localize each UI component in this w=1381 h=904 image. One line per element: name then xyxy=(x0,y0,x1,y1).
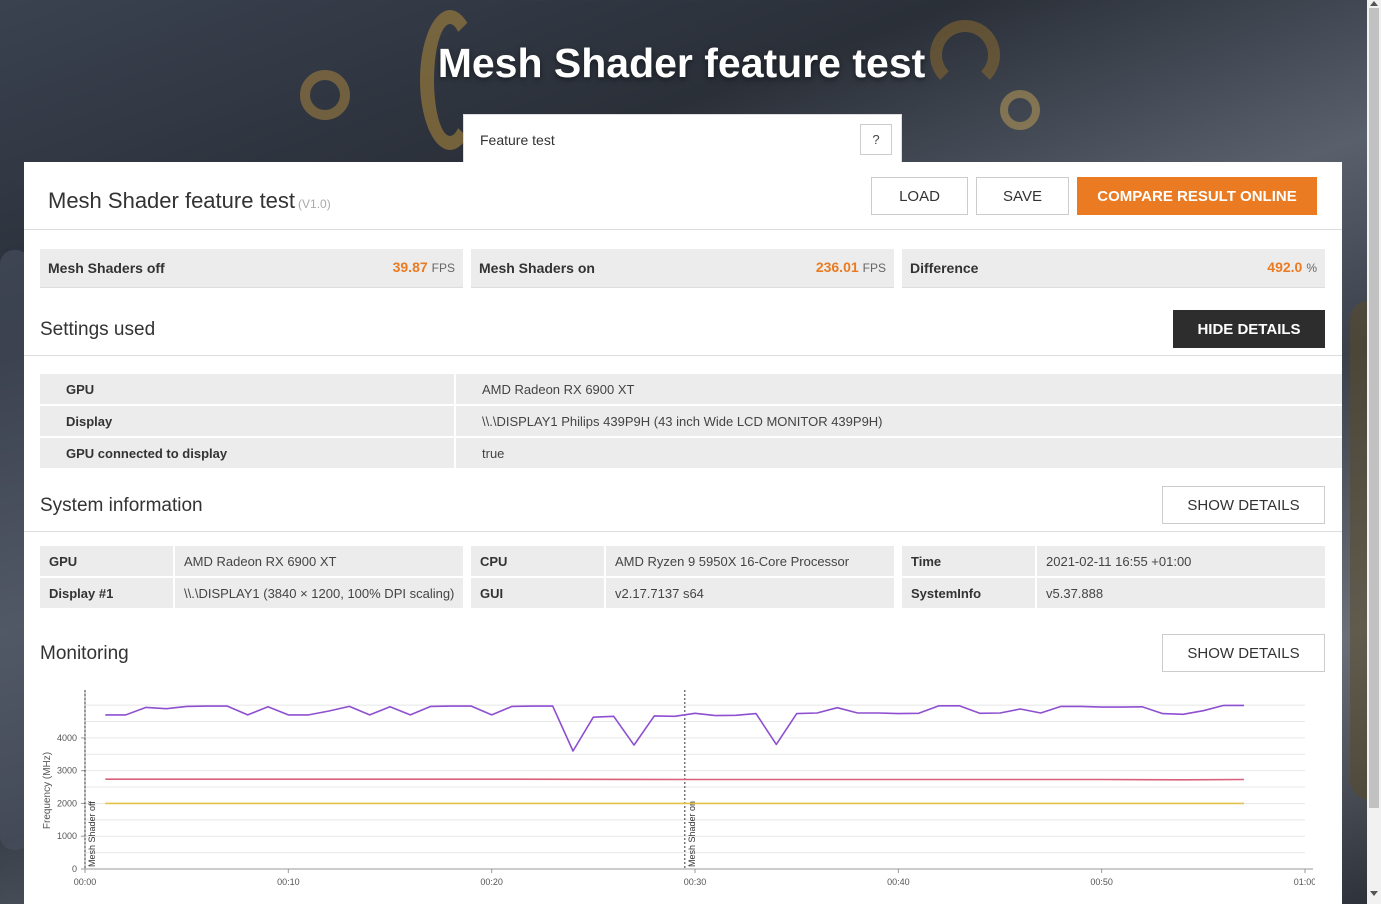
series-line-1 xyxy=(105,778,1245,781)
sys-value-gpu: AMD Radeon RX 6900 XT xyxy=(175,546,463,576)
score-difference: Difference 492.0% xyxy=(902,249,1325,288)
monitoring-title: Monitoring xyxy=(40,643,129,664)
settings-key: Display xyxy=(40,406,454,436)
result-title-text: Mesh Shader feature test xyxy=(48,188,296,213)
settings-value: AMD Radeon RX 6900 XT xyxy=(456,374,1342,404)
system-info-title: System information xyxy=(40,495,203,516)
save-button[interactable]: SAVE xyxy=(976,177,1069,215)
result-panel: Mesh Shader feature test (V1.0) LOAD SAVE… xyxy=(24,162,1342,904)
x-tick-label: 00:50 xyxy=(1090,877,1113,887)
load-button[interactable]: LOAD xyxy=(871,177,968,215)
version-label: (V1.0) xyxy=(298,197,331,211)
sys-value-time: 2021-02-11 16:55 +01:00 xyxy=(1037,546,1325,576)
hide-details-button[interactable]: HIDE DETAILS xyxy=(1173,310,1325,348)
score-unit: FPS xyxy=(862,261,886,275)
y-tick-label: 1000 xyxy=(57,831,77,841)
sys-value-cpu: AMD Ryzen 9 5950X 16-Core Processor xyxy=(606,546,894,576)
sys-value-display: \\.\DISPLAY1 (3840 × 1200, 100% DPI scal… xyxy=(175,578,463,608)
series-line-0 xyxy=(105,704,1244,752)
sys-key-gpu: GPU xyxy=(40,546,173,576)
x-tick-label: 00:10 xyxy=(277,877,300,887)
settings-key: GPU xyxy=(40,374,454,404)
score-label: Mesh Shaders off xyxy=(48,260,165,276)
y-tick-label: 0 xyxy=(72,864,77,874)
tab-feature-test[interactable]: Feature test ? xyxy=(463,114,902,164)
page-title: Mesh Shader feature test xyxy=(437,40,926,86)
scrollbar[interactable] xyxy=(1367,0,1381,904)
monitoring-chart: 0 1000 2000 3000 4000 00:00 00:10 00:20 00:30 00:… xyxy=(42,690,1315,887)
y-tick-label: 3000 xyxy=(57,766,77,776)
sys-key-gui: GUI xyxy=(471,578,604,608)
tab-label: Feature test xyxy=(480,131,555,148)
phase-marker-label: Mesh Shader off xyxy=(87,801,97,867)
settings-value: true xyxy=(456,438,1342,468)
score-mesh-shaders-off: Mesh Shaders off 39.87 FPS xyxy=(40,249,463,288)
sys-key-time: Time xyxy=(902,546,1035,576)
scroll-down-arrow-icon[interactable] xyxy=(1370,891,1378,896)
x-tick-label: 00:40 xyxy=(887,877,910,887)
sys-key-cpu: CPU xyxy=(471,546,604,576)
score-value: 492.0 xyxy=(1267,259,1303,275)
compare-online-button[interactable]: COMPARE RESULT ONLINE xyxy=(1077,177,1317,215)
settings-row: GPU connected to display true xyxy=(40,438,1342,468)
y-tick-label: 2000 xyxy=(57,798,77,808)
monitoring-show-details-button[interactable]: SHOW DETAILS xyxy=(1162,634,1325,672)
y-axis-label: Frequency (MHz) xyxy=(42,752,53,829)
phase-marker-label: Mesh Shader on xyxy=(687,801,697,867)
settings-key: GPU connected to display xyxy=(40,438,454,468)
x-tick-label: 00:30 xyxy=(684,877,707,887)
score-unit: % xyxy=(1306,261,1317,275)
sys-key-display: Display #1 xyxy=(40,578,173,608)
y-tick-label: 4000 xyxy=(57,733,77,743)
settings-row: GPU AMD Radeon RX 6900 XT xyxy=(40,374,1342,404)
score-mesh-shaders-on: Mesh Shaders on 236.01 FPS xyxy=(471,249,894,288)
settings-title: Settings used xyxy=(40,319,156,340)
divider xyxy=(24,355,1342,356)
sys-value-systeminfo: v5.37.888 xyxy=(1037,578,1325,608)
score-value: 39.87 xyxy=(392,259,428,275)
sys-key-systeminfo: SystemInfo xyxy=(902,578,1035,608)
help-button[interactable]: ? xyxy=(860,124,892,155)
scroll-up-arrow-icon[interactable] xyxy=(1370,1,1378,6)
score-label: Difference xyxy=(910,260,979,276)
score-value: 236.01 xyxy=(815,259,859,275)
scroll-thumb[interactable] xyxy=(1369,8,1379,808)
sys-value-gui: v2.17.7137 s64 xyxy=(606,578,894,608)
result-header: Mesh Shader feature test (V1.0) LOAD SAVE… xyxy=(24,162,1342,230)
x-tick-label: 00:00 xyxy=(74,877,97,887)
background-ornament xyxy=(1000,90,1040,130)
settings-value: \\.\DISPLAY1 Philips 439P9H (43 inch Wid… xyxy=(456,406,1342,436)
divider xyxy=(24,531,1342,532)
score-label: Mesh Shaders on xyxy=(479,260,595,276)
x-tick-label: 00:20 xyxy=(480,877,503,887)
score-unit: FPS xyxy=(431,261,455,275)
x-tick-label: 01:00 xyxy=(1294,877,1315,887)
result-title: Mesh Shader feature test (V1.0) xyxy=(48,188,331,214)
settings-row: Display \\.\DISPLAY1 Philips 439P9H (43 … xyxy=(40,406,1342,436)
system-show-details-button[interactable]: SHOW DETAILS xyxy=(1162,486,1325,524)
